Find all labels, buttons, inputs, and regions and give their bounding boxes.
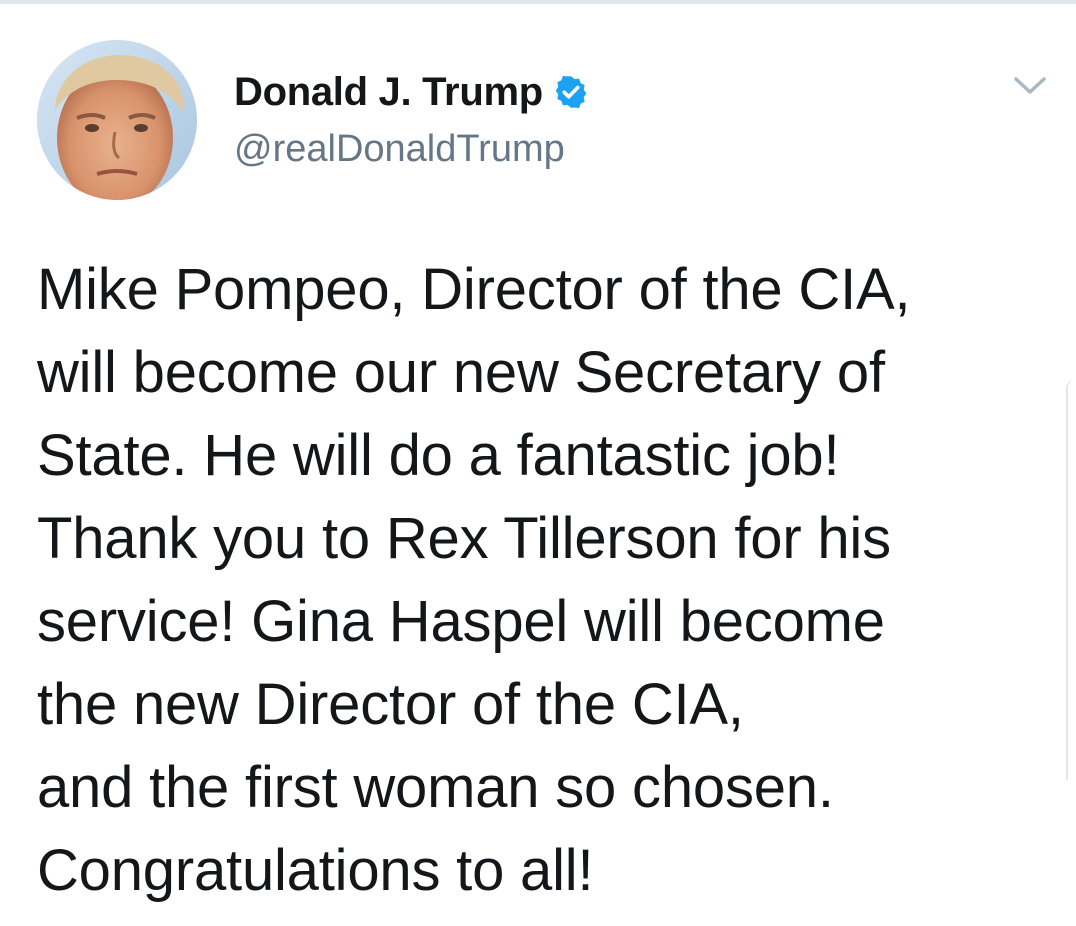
tweet-text-line: State. He will do a fantastic job! (37, 423, 840, 488)
tweet-text: Mike Pompeo, Director of the CIA, will b… (37, 248, 1047, 912)
avatar[interactable] (37, 40, 197, 200)
display-name[interactable]: Donald J. Trump (234, 70, 543, 115)
tweet-text-line: Mike Pompeo, Director of the CIA, (37, 257, 911, 322)
handle[interactable]: @realDonaldTrump (234, 128, 565, 171)
avatar-image (37, 40, 197, 200)
chevron-down-icon (1014, 77, 1046, 94)
scroll-edge (1066, 380, 1076, 780)
tweet-text-line: Congratulations to all! (37, 838, 594, 903)
tweet-text-line: and the first woman so chosen. (37, 755, 834, 820)
verified-badge-icon (553, 74, 589, 110)
tweet-text-line: service! Gina Haspel will become (37, 589, 885, 654)
tweet-text-line: the new Director of the CIA, (37, 672, 744, 737)
tweet-menu-button[interactable] (1008, 64, 1052, 108)
tweet-text-line: will become our new Secretary of (37, 340, 885, 405)
author-name-row[interactable]: Donald J. Trump (234, 66, 589, 118)
tweet-text-line: Thank you to Rex Tillerson for his (37, 506, 891, 571)
top-divider (0, 0, 1076, 4)
